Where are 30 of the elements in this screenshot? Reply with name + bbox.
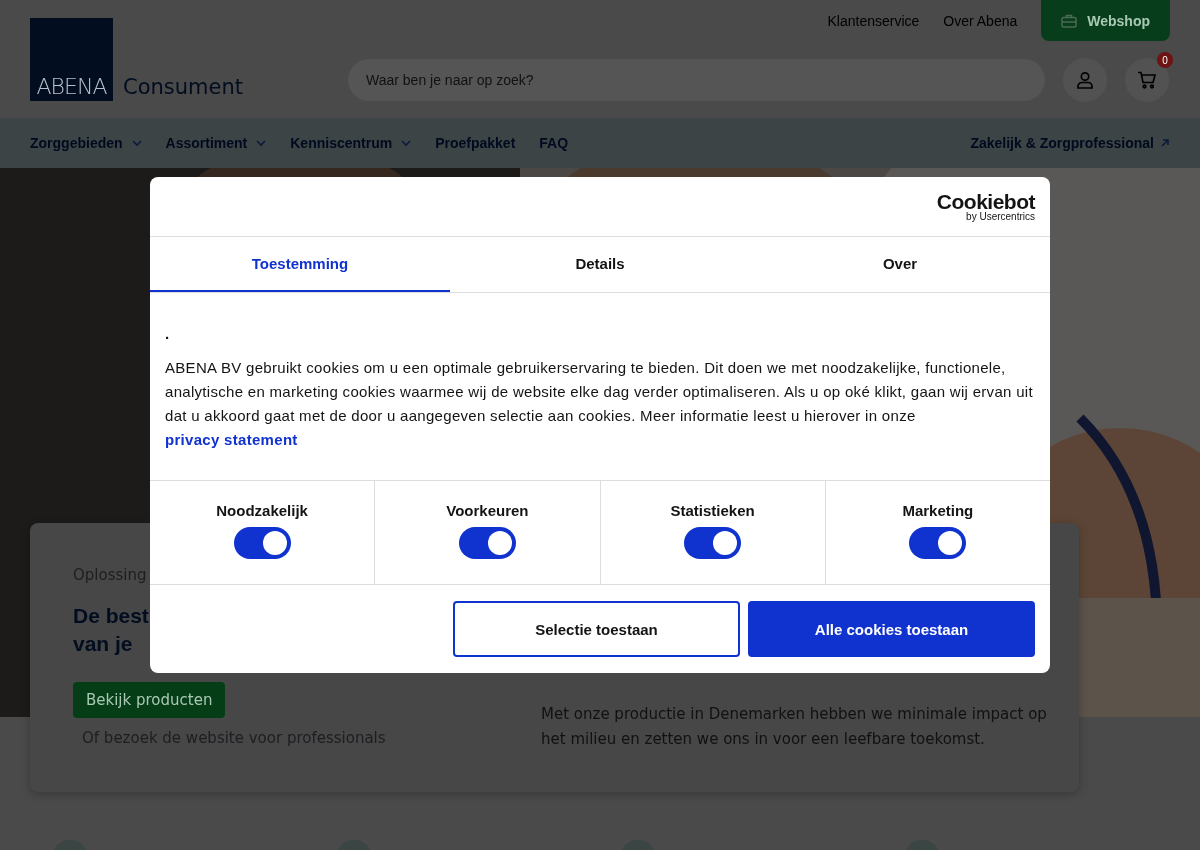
category-label: Statistieken xyxy=(670,502,755,520)
category-label: Noodzakelijk xyxy=(216,502,308,520)
cart-count-badge: 0 xyxy=(1157,52,1173,68)
logo-mark[interactable]: ABENA xyxy=(30,17,113,101)
cart-button[interactable] xyxy=(1125,58,1169,102)
category-label: Voorkeuren xyxy=(446,502,529,520)
chevron-down-icon xyxy=(401,139,412,147)
products-button[interactable]: Bekijk producten xyxy=(73,682,226,718)
toggle-switch[interactable] xyxy=(233,527,291,560)
arrow-up-right-icon xyxy=(1160,138,1170,148)
toggle-switch[interactable] xyxy=(684,527,742,560)
search-field[interactable]: Waar ben je naar op zoek? xyxy=(348,59,1045,101)
consent-text: ABENA BV gebruikt cookies om u een optimale gebruikerservaring te bieden. Dit doen we met noodzakelijke, functionele, analytische en marketing cookies waarmee wij de website elke dag verder optimaliseren. Als u op oké klikt, gaan wij ervan uit dat u akkoord gaat met de door u aangegeven selectie aan cookies. Meer informatie leest u hierover in onze privacy statement xyxy=(165,357,1034,450)
allow-all-button[interactable]: Alle cookies toestaan xyxy=(748,601,1035,657)
toggle-switch[interactable] xyxy=(458,527,516,560)
chevron-down-icon xyxy=(256,139,267,147)
allow-selection-button[interactable]: Selectie toestaan xyxy=(453,601,740,657)
chevron-down-icon xyxy=(131,139,142,147)
cart-icon xyxy=(1137,71,1157,89)
logo-text: Consument xyxy=(123,74,243,99)
cookiebot-logo: Cookiebot by Usercentrics xyxy=(936,190,1035,222)
account-button[interactable] xyxy=(1063,58,1107,102)
briefcase-icon xyxy=(1061,13,1078,28)
toggle-switch[interactable] xyxy=(909,527,967,560)
user-icon xyxy=(1076,71,1094,89)
privacy-link[interactable]: privacy statement xyxy=(165,430,298,448)
hero-heading: De best van je xyxy=(73,603,149,657)
dialog-title: . xyxy=(165,324,171,342)
webshop-button[interactable]: Webshop xyxy=(1041,0,1170,41)
category-label: Marketing xyxy=(902,502,974,520)
